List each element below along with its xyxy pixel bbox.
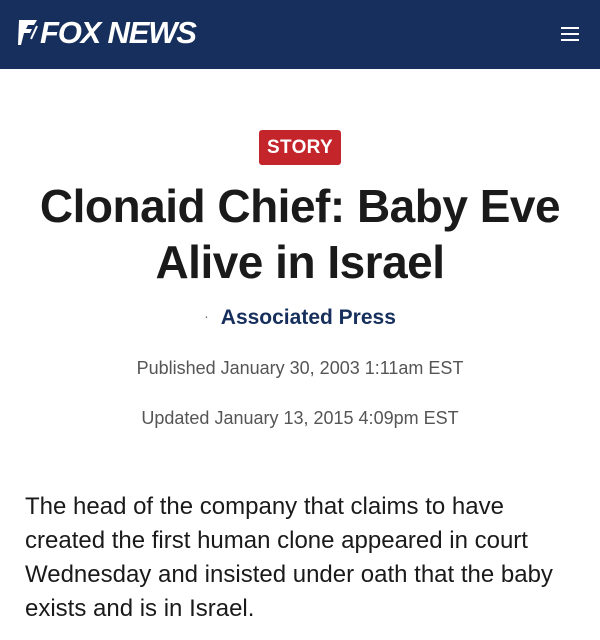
published-date: Published January 30, 2003 1:11am EST (136, 358, 464, 378)
hamburger-menu-icon[interactable] (560, 24, 580, 44)
author-link[interactable]: Associated Press (221, 306, 396, 329)
story-badge[interactable]: STORY (259, 130, 341, 165)
byline-separator: · (204, 308, 209, 324)
article-body-paragraph: The head of the company that claims to h… (25, 493, 553, 622)
fox-news-logo-mark-icon (17, 17, 39, 49)
byline: · Associated Press (0, 302, 600, 332)
site-header: FOX NEWS (0, 0, 600, 69)
fox-news-logo[interactable]: FOX NEWS (17, 14, 197, 52)
article-headline: Clonaid Chief: Baby Eve Alive in Israel (39, 180, 561, 288)
updated-date: Updated January 13, 2015 4:09pm EST (141, 408, 459, 428)
logo-text: FOX NEWS (40, 15, 197, 50)
